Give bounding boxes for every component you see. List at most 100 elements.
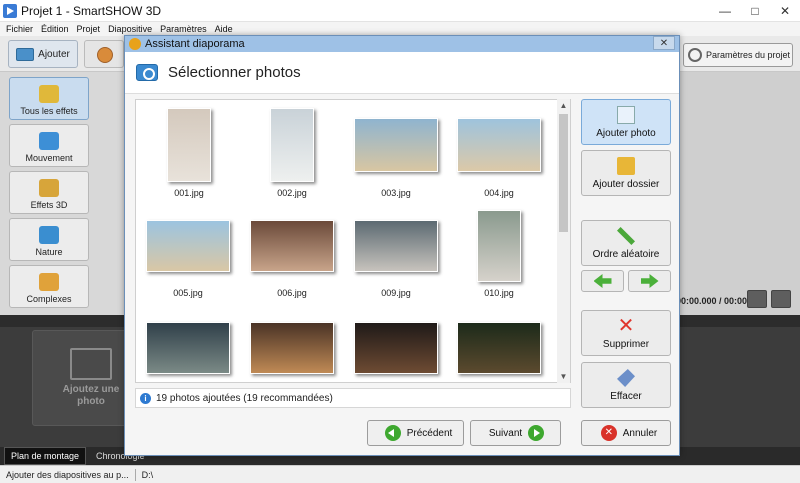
cancel-label: Annuler bbox=[622, 427, 658, 439]
maximize-button[interactable]: □ bbox=[740, 0, 770, 22]
add-photo-icon bbox=[617, 106, 635, 124]
dialog-title: Assistant diaporama bbox=[145, 38, 245, 50]
clear-button[interactable]: Effacer bbox=[581, 362, 671, 408]
photo-filename: 009.jpg bbox=[381, 288, 411, 298]
cancel-button[interactable]: Annuler bbox=[581, 420, 671, 446]
move-right-button[interactable] bbox=[628, 270, 671, 292]
gallery-scrollbar[interactable]: ▲ ▼ bbox=[557, 99, 570, 383]
photo-thumbnail[interactable] bbox=[457, 322, 541, 374]
project-settings-label: Paramètres du projet bbox=[706, 50, 791, 60]
tab-design[interactable] bbox=[84, 40, 124, 68]
palette-icon bbox=[97, 47, 113, 63]
add-folder-button[interactable]: Ajouter dossier bbox=[581, 150, 671, 196]
photo-thumbnail[interactable] bbox=[250, 322, 334, 374]
dialog-header: Sélectionner photos bbox=[125, 52, 679, 94]
menu-bar: Fichier Édition Projet Diapositive Param… bbox=[0, 22, 800, 36]
photo-thumbnail[interactable]: 006.jpg bbox=[250, 220, 334, 298]
next-button[interactable]: Suivant bbox=[470, 420, 561, 446]
menu-fichier[interactable]: Fichier bbox=[6, 24, 33, 34]
photo-filename: 002.jpg bbox=[277, 188, 307, 198]
move-left-button[interactable] bbox=[581, 270, 624, 292]
effect-complex[interactable]: Complexes bbox=[9, 265, 89, 308]
photo-thumbnail[interactable] bbox=[354, 322, 438, 374]
effect-3d[interactable]: Effets 3D bbox=[9, 171, 89, 214]
fullscreen-button[interactable] bbox=[771, 290, 791, 308]
photo-image bbox=[270, 108, 314, 182]
scrollbar-thumb[interactable] bbox=[559, 114, 568, 232]
photo-thumbnail[interactable]: 004.jpg bbox=[457, 118, 541, 198]
menu-diapositive[interactable]: Diapositive bbox=[108, 24, 152, 34]
effect-motion[interactable]: Mouvement bbox=[9, 124, 89, 167]
photo-thumbnail[interactable]: 005.jpg bbox=[146, 220, 230, 298]
status-separator bbox=[134, 468, 136, 481]
add-photo-slot-label: Ajoutez une photo bbox=[62, 384, 120, 407]
photo-filename: 003.jpg bbox=[381, 188, 411, 198]
menu-aide[interactable]: Aide bbox=[215, 24, 233, 34]
photo-thumbnail[interactable]: 002.jpg bbox=[270, 108, 314, 198]
photo-filename: 006.jpg bbox=[277, 288, 307, 298]
photo-thumbnail[interactable] bbox=[146, 322, 230, 374]
effect-complex-label: Complexes bbox=[26, 294, 72, 304]
previous-label: Précédent bbox=[406, 427, 453, 439]
tab-ajouter-label: Ajouter bbox=[38, 48, 70, 60]
photo-image bbox=[250, 220, 334, 272]
photo-thumbnail[interactable]: 009.jpg bbox=[354, 220, 438, 298]
dialog-heading: Sélectionner photos bbox=[168, 64, 301, 81]
snapshot-button[interactable] bbox=[747, 290, 767, 308]
menu-projet[interactable]: Projet bbox=[77, 24, 101, 34]
tab-ajouter[interactable]: Ajouter bbox=[8, 40, 78, 68]
effect-motion-label: Mouvement bbox=[25, 153, 73, 163]
arrow-left-circle-icon bbox=[384, 425, 401, 441]
camera-icon bbox=[16, 47, 35, 61]
delete-button[interactable]: ✕ Supprimer bbox=[581, 310, 671, 356]
puzzle-icon bbox=[39, 85, 59, 103]
effect-nature[interactable]: Nature bbox=[9, 218, 89, 261]
photo-image bbox=[457, 322, 541, 374]
project-settings-button[interactable]: Paramètres du projet bbox=[683, 43, 793, 67]
shuffle-icon bbox=[617, 227, 635, 245]
window-controls: — □ ✕ bbox=[710, 0, 800, 22]
delete-x-icon: ✕ bbox=[617, 315, 635, 337]
photo-image bbox=[354, 220, 438, 272]
photo-image bbox=[457, 118, 541, 172]
image-placeholder-icon bbox=[70, 348, 112, 380]
photo-image bbox=[477, 210, 521, 282]
photo-filename: 005.jpg bbox=[173, 288, 203, 298]
clear-label: Effacer bbox=[610, 391, 642, 402]
shuffle-button[interactable]: Ordre aléatoire bbox=[581, 220, 671, 266]
photo-count-text: 19 photos ajoutées (19 recommandées) bbox=[156, 392, 333, 404]
menu-edition[interactable]: Édition bbox=[41, 24, 69, 34]
photo-thumbnail[interactable]: 010.jpg bbox=[477, 210, 521, 298]
layers-icon bbox=[39, 273, 59, 291]
info-icon: i bbox=[140, 392, 151, 404]
add-photo-label: Ajouter photo bbox=[596, 128, 656, 139]
move-arrows-icon bbox=[39, 132, 59, 150]
effect-all[interactable]: Tous les effets bbox=[9, 77, 89, 120]
photo-filename: 004.jpg bbox=[484, 188, 514, 198]
effects-panel: Tous les effets Mouvement Effets 3D Natu… bbox=[0, 72, 125, 315]
close-button[interactable]: ✕ bbox=[770, 0, 800, 22]
status-drive: D:\ bbox=[141, 469, 154, 480]
scroll-down-icon[interactable]: ▼ bbox=[557, 370, 570, 383]
photo-image bbox=[250, 322, 334, 374]
photo-thumbnail[interactable]: 001.jpg bbox=[167, 108, 211, 198]
arrow-right-circle-icon bbox=[528, 425, 545, 441]
tab-storyboard[interactable]: Plan de montage bbox=[4, 447, 87, 465]
arrow-left-icon bbox=[593, 274, 612, 288]
photo-thumbnail[interactable]: 003.jpg bbox=[354, 118, 438, 198]
photo-gallery: 001.jpg 002.jpg 003.jpg 004.jpg 005.jpg 006.j… bbox=[135, 99, 571, 383]
previous-button[interactable]: Précédent bbox=[367, 420, 464, 446]
shuffle-label: Ordre aléatoire bbox=[592, 249, 660, 260]
effect-3d-label: Effets 3D bbox=[30, 200, 68, 210]
scroll-up-icon[interactable]: ▲ bbox=[557, 99, 570, 112]
add-folder-label: Ajouter dossier bbox=[592, 179, 660, 190]
dialog-close-button[interactable]: ✕ bbox=[653, 36, 675, 50]
menu-parametres[interactable]: Paramètres bbox=[160, 24, 207, 34]
snowflake-icon bbox=[39, 226, 59, 244]
dialog-titlebar: Assistant diaporama ✕ bbox=[125, 36, 679, 52]
add-photo-button[interactable]: Ajouter photo bbox=[581, 99, 671, 145]
minimize-button[interactable]: — bbox=[710, 0, 740, 22]
photo-filename: 001.jpg bbox=[174, 188, 204, 198]
broom-icon bbox=[617, 369, 635, 387]
effect-all-label: Tous les effets bbox=[20, 106, 78, 116]
